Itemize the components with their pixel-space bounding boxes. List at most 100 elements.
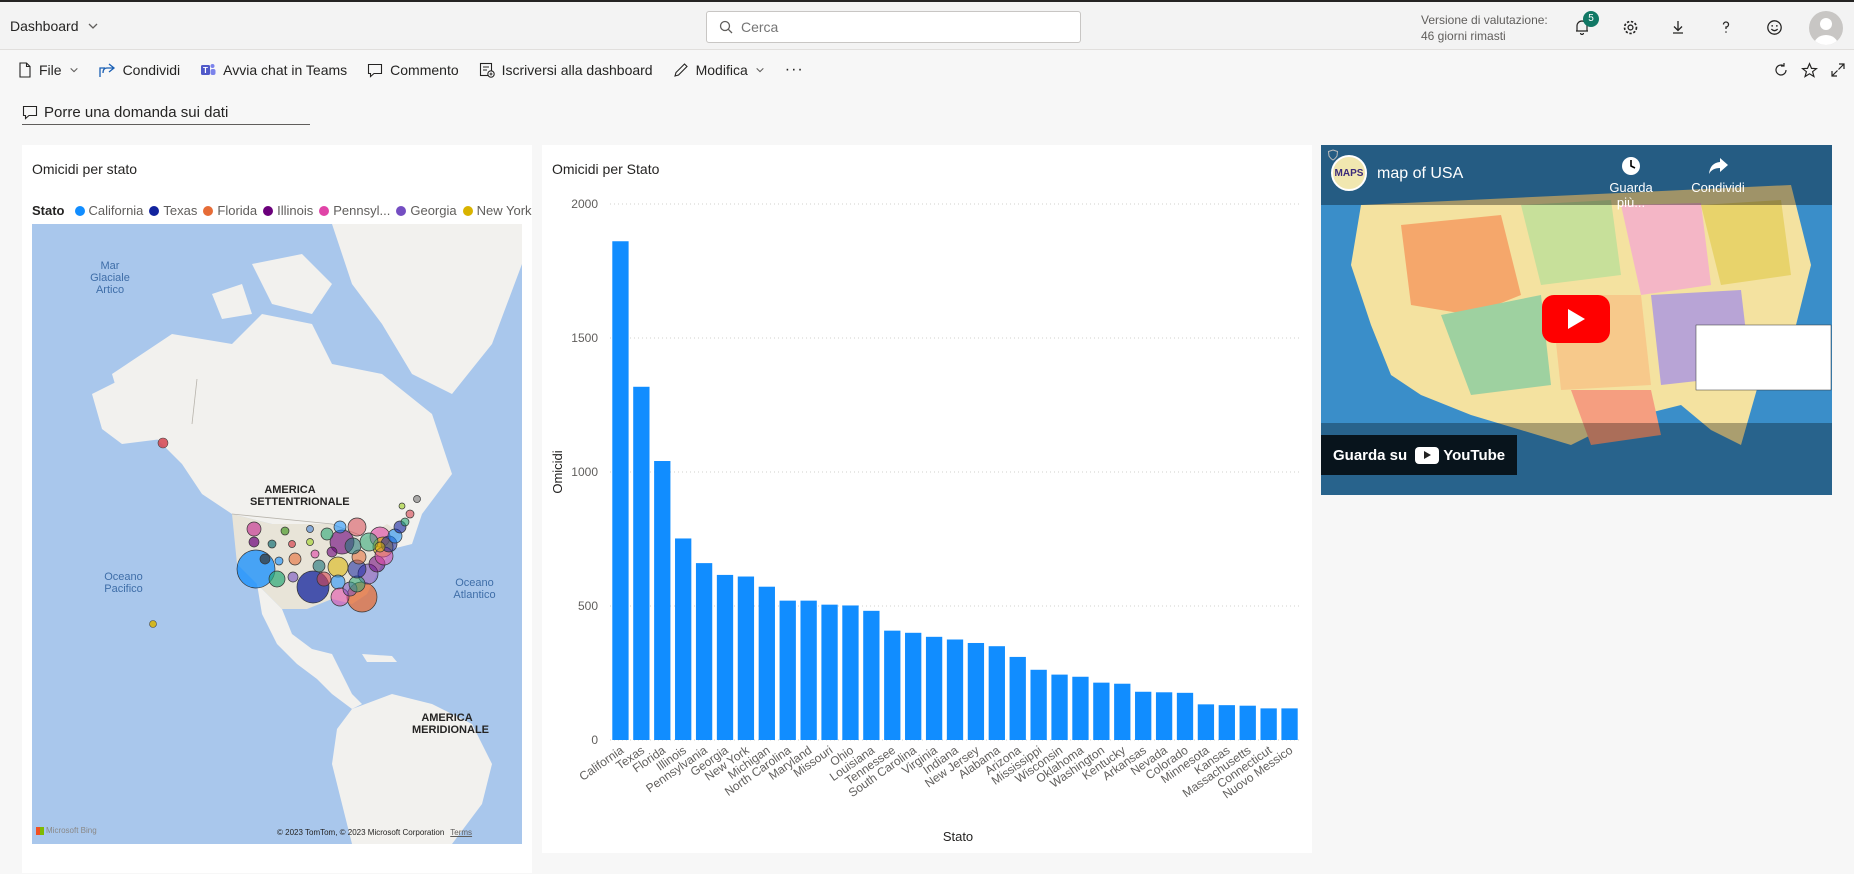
bar[interactable] — [633, 386, 650, 740]
legend-label: New York — [476, 203, 532, 218]
legend-item[interactable]: New York — [462, 203, 532, 218]
view-actions — [1773, 51, 1854, 89]
shield-icon — [1327, 149, 1339, 161]
legend-item[interactable]: Georgia — [396, 203, 457, 218]
legend-label: Pennsyl... — [333, 203, 391, 218]
bar[interactable] — [842, 605, 859, 740]
notifications-button[interactable]: 5 — [1568, 11, 1599, 41]
subscribe-button[interactable]: Iscriversi alla dashboard — [469, 51, 663, 89]
share-button[interactable]: Condividi — [89, 51, 191, 89]
legend-item[interactable]: Texas — [149, 203, 197, 218]
help-button[interactable] — [1712, 13, 1740, 41]
bar[interactable] — [1072, 676, 1089, 740]
bar[interactable] — [1176, 692, 1194, 740]
bar[interactable] — [612, 241, 629, 740]
bar[interactable] — [654, 461, 671, 740]
watch-on-youtube-button[interactable]: Guarda su YouTube — [1321, 435, 1518, 475]
bar[interactable] — [779, 600, 796, 740]
bubble-oklahoma — [316, 571, 332, 587]
bar[interactable] — [1135, 691, 1152, 740]
legend-marker — [203, 205, 214, 216]
legend-marker — [149, 205, 160, 216]
bar[interactable] — [1114, 683, 1131, 740]
bubble-arizona — [268, 570, 286, 588]
bar[interactable] — [1218, 705, 1235, 740]
bubble-montana — [280, 526, 290, 536]
video-share-button[interactable]: Condividi — [1683, 155, 1753, 195]
notification-badge: 5 — [1583, 11, 1599, 27]
bubble-massachusetts — [405, 509, 415, 519]
video-title[interactable]: map of USA — [1377, 165, 1463, 183]
qna-input[interactable]: Porre una domanda sui dati — [22, 100, 310, 125]
bar[interactable] — [800, 600, 817, 740]
bar[interactable] — [737, 576, 755, 740]
bar[interactable] — [758, 586, 775, 740]
star-icon[interactable] — [1801, 61, 1818, 79]
bar[interactable] — [821, 604, 838, 740]
legend-label: Georgia — [410, 203, 457, 218]
bubble-maine — [413, 495, 421, 503]
bubble-wyoming — [288, 540, 296, 548]
bar[interactable] — [967, 642, 985, 740]
workspace-menu[interactable]: Dashboard — [10, 18, 99, 34]
file-label: File — [39, 62, 62, 78]
bubble-missouri — [327, 556, 349, 578]
bar[interactable] — [1030, 669, 1047, 740]
terms-link[interactable]: Terms — [450, 828, 472, 837]
settings-button[interactable] — [1616, 13, 1644, 41]
comment-button[interactable]: Commento — [357, 51, 468, 89]
refresh-icon[interactable] — [1773, 62, 1789, 78]
bar[interactable] — [1239, 705, 1256, 740]
play-button[interactable] — [1542, 295, 1610, 343]
bar[interactable] — [1155, 692, 1173, 740]
legend-item[interactable]: Pennsyl... — [319, 203, 390, 218]
bubble-north-dakota — [306, 525, 314, 533]
map-copyright: © 2023 TomTom, © 2023 Microsoft Corporat… — [277, 828, 472, 837]
teams-chat-button[interactable]: T Avvia chat in Teams — [190, 51, 357, 89]
bar[interactable] — [716, 574, 734, 740]
bar[interactable] — [925, 636, 943, 740]
legend-title: Stato — [32, 203, 65, 218]
bar[interactable] — [695, 563, 713, 740]
bar[interactable] — [863, 610, 880, 740]
avatar[interactable] — [1809, 11, 1843, 45]
file-menu[interactable]: File — [0, 51, 89, 89]
bar[interactable] — [884, 630, 901, 740]
bar[interactable] — [988, 646, 1005, 740]
bubble-michigan — [347, 517, 367, 537]
bar[interactable] — [675, 538, 692, 740]
search-input[interactable] — [741, 19, 1041, 35]
video-tile[interactable]: MAPS map of USA Guarda più... Condividi … — [1321, 145, 1832, 495]
pencil-icon — [673, 63, 688, 77]
bing-logo: Microsoft Bing — [36, 826, 97, 835]
download-button[interactable] — [1664, 13, 1692, 41]
legend-item[interactable]: California — [74, 203, 144, 218]
bar[interactable] — [1051, 674, 1068, 740]
bar[interactable] — [1197, 704, 1215, 740]
bubble-minnesota — [320, 527, 334, 541]
bar[interactable] — [1009, 656, 1026, 740]
search-box[interactable] — [706, 11, 1081, 43]
trial-days: 46 giorni rimasti — [1421, 29, 1506, 43]
bar[interactable] — [946, 639, 964, 741]
bar-chart-tile[interactable]: Omicidi per Stato 0 500 1000 1500 2000 Califo… — [542, 145, 1312, 853]
bar[interactable] — [1260, 708, 1277, 740]
legend-label: California — [88, 203, 144, 218]
edit-menu[interactable]: Modifica — [663, 51, 775, 89]
bar[interactable] — [1093, 682, 1110, 740]
feedback-button[interactable] — [1760, 13, 1788, 41]
action-bar: File Condividi T Avvia chat in Teams Com… — [0, 51, 1854, 89]
bubble-vermont — [398, 502, 406, 510]
bubble-alabama — [348, 575, 366, 593]
watch-later-button[interactable]: Guarda più... — [1596, 155, 1666, 210]
bubble-california — [236, 549, 276, 589]
bubble-new-mexico — [287, 571, 299, 583]
bar[interactable] — [1281, 708, 1298, 740]
bar[interactable] — [905, 632, 922, 740]
workspace-title: Dashboard — [10, 18, 79, 34]
more-options-button[interactable]: ··· — [775, 51, 814, 89]
legend-item[interactable]: Illinois — [263, 203, 313, 218]
legend-item[interactable]: Florida — [203, 203, 257, 218]
fullscreen-icon[interactable] — [1830, 62, 1846, 78]
map-canvas[interactable]: Mar Glaciale Artico AMERICA SETTENTRIONA… — [32, 224, 522, 844]
